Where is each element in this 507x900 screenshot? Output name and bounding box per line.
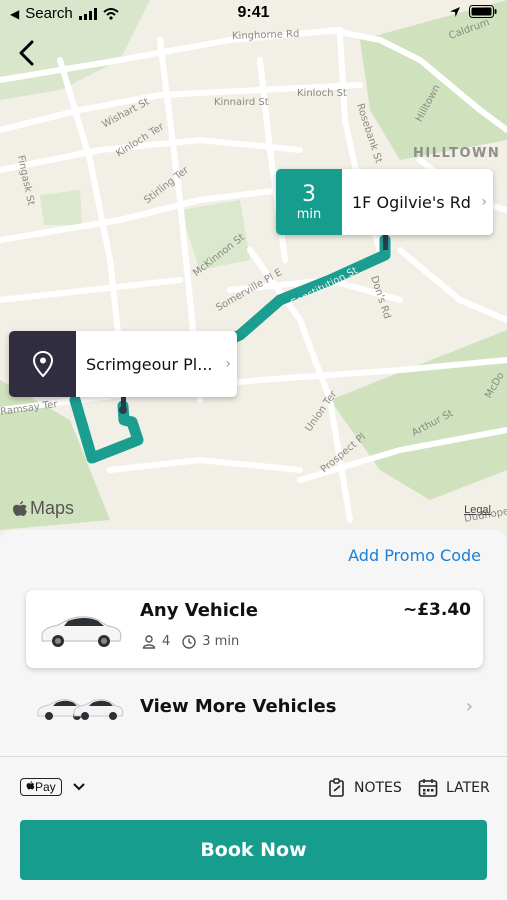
notes-icon bbox=[329, 778, 344, 797]
later-label: LATER bbox=[446, 780, 490, 796]
chevron-left-icon bbox=[19, 40, 34, 66]
divider bbox=[0, 756, 507, 757]
apple-icon bbox=[26, 781, 35, 790]
view-more-vehicles-row[interactable]: View More Vehicles › bbox=[26, 688, 483, 728]
view-more-vehicles-label: View More Vehicles bbox=[140, 696, 337, 717]
seat-count: 4 bbox=[162, 634, 171, 649]
cars-icon bbox=[37, 699, 124, 720]
eta-unit: min bbox=[296, 206, 322, 222]
eta-number: 3 bbox=[302, 181, 316, 207]
vehicle-name: Any Vehicle bbox=[140, 600, 258, 621]
chevron-right-icon: › bbox=[481, 194, 487, 210]
any-vehicle-option[interactable]: Any Vehicle ~£3.40 4 3 min bbox=[26, 590, 483, 668]
maps-attribution: Maps bbox=[30, 498, 75, 518]
vehicle-eta: 3 min bbox=[202, 634, 240, 649]
status-bar: ◀ Search 9:41 bbox=[0, 0, 507, 28]
apple-icon bbox=[13, 500, 27, 516]
pickup-label: Scrimgeour Pl... bbox=[86, 354, 213, 374]
apple-maps-logo: Maps bbox=[12, 498, 74, 519]
battery-icon bbox=[469, 5, 497, 18]
street-label: Kinnaird St bbox=[214, 97, 269, 108]
booking-sheet: Add Promo Code Any Vehicle ~£3.40 4 3 mi… bbox=[0, 530, 507, 900]
pickup-callout[interactable]: Scrimgeour Pl... › bbox=[9, 331, 237, 397]
chevron-right-icon: › bbox=[465, 696, 473, 717]
destination-callout[interactable]: 3 min 1F Ogilvie's Rd › bbox=[276, 169, 493, 235]
eta-badge: 3 min bbox=[276, 169, 342, 235]
person-icon bbox=[142, 634, 156, 649]
calendar-icon bbox=[418, 779, 438, 797]
notes-label: NOTES bbox=[354, 780, 402, 796]
apple-pay-badge: Pay bbox=[20, 778, 62, 796]
location-arrow-icon bbox=[450, 6, 460, 17]
chevron-down-icon bbox=[72, 783, 85, 791]
location-pin-icon bbox=[32, 350, 53, 378]
later-button[interactable]: LATER bbox=[418, 778, 490, 798]
clock-icon bbox=[182, 634, 196, 649]
destination-label: 1F Ogilvie's Rd bbox=[352, 192, 471, 212]
clock: 9:41 bbox=[237, 4, 270, 21]
chevron-right-icon: › bbox=[225, 356, 231, 372]
notes-button[interactable]: NOTES bbox=[328, 778, 402, 798]
pickup-badge bbox=[9, 331, 76, 397]
apple-pay-label: Pay bbox=[35, 780, 56, 794]
add-promo-code-link[interactable]: Add Promo Code bbox=[348, 546, 481, 565]
map-view[interactable]: Kinghorne Rd Wishart St Kinloch Ter Kinn… bbox=[0, 0, 507, 560]
book-now-button[interactable]: Book Now bbox=[20, 820, 487, 880]
legal-link[interactable]: Legal bbox=[464, 504, 491, 516]
car-icon bbox=[41, 616, 122, 647]
street-label: Kinloch St bbox=[297, 88, 347, 99]
back-button[interactable] bbox=[10, 36, 42, 70]
district-label: HILLTOWN bbox=[413, 146, 501, 161]
payment-method-selector[interactable]: Pay bbox=[20, 778, 86, 796]
vehicle-price: ~£3.40 bbox=[402, 600, 471, 620]
street-label: Kinghorne Rd bbox=[231, 28, 300, 43]
